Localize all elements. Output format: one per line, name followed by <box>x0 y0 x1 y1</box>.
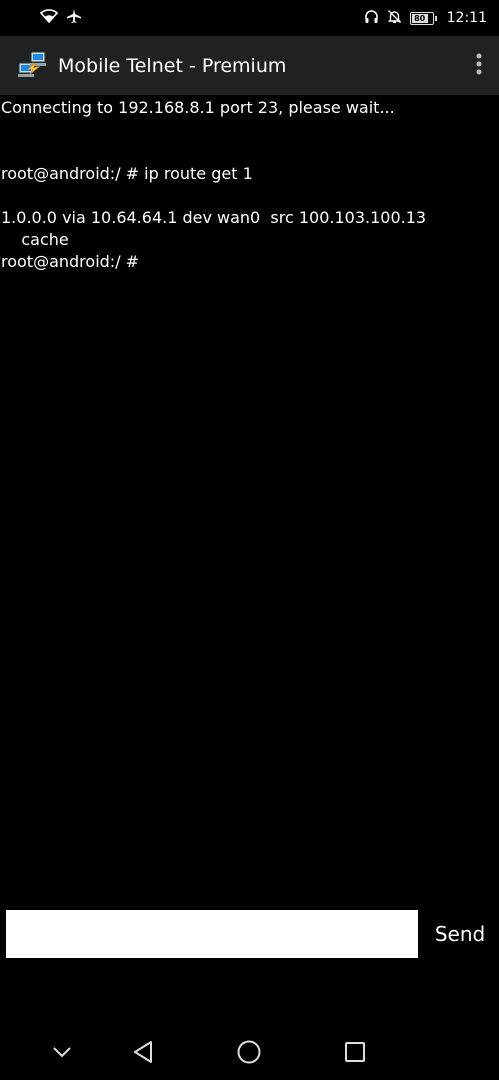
bell-off-icon <box>387 9 402 28</box>
headphones-icon <box>364 9 379 28</box>
status-left-icons <box>39 8 82 28</box>
network-computers-icon <box>16 49 50 83</box>
app-bar: Mobile Telnet - Premium <box>0 36 499 95</box>
terminal-line: root@android:/ # <box>1 252 140 271</box>
overflow-menu-button[interactable] <box>459 36 499 95</box>
battery-icon: 80 <box>409 11 437 25</box>
terminal-line: root@android:/ # ip route get 1 <box>1 164 253 183</box>
command-input[interactable] <box>6 910 418 958</box>
battery-level: 80 <box>411 13 428 23</box>
send-button[interactable]: Send <box>424 910 496 958</box>
terminal-output: Connecting to 192.168.8.1 port 23, pleas… <box>0 97 499 897</box>
wifi-icon <box>39 9 59 27</box>
terminal-line: 1.0.0.0 via 10.64.64.1 dev wan0 src 100.… <box>1 208 427 227</box>
terminal-line: cache <box>1 230 69 249</box>
home-icon[interactable] <box>231 1034 267 1070</box>
status-bar: 80 12:11 <box>0 0 499 36</box>
back-icon[interactable] <box>125 1034 161 1070</box>
command-bar: Send <box>0 910 499 958</box>
terminal-line: Connecting to 192.168.8.1 port 23, pleas… <box>1 98 395 117</box>
more-vertical-icon <box>475 52 483 80</box>
chevron-down-icon[interactable] <box>44 1034 80 1070</box>
status-right-icons: 80 12:11 <box>364 9 487 28</box>
recents-icon[interactable] <box>337 1034 373 1070</box>
clock: 12:11 <box>446 10 487 26</box>
airplane-icon <box>66 8 82 28</box>
app-title: Mobile Telnet - Premium <box>58 54 287 77</box>
navigation-bar <box>0 1024 499 1080</box>
